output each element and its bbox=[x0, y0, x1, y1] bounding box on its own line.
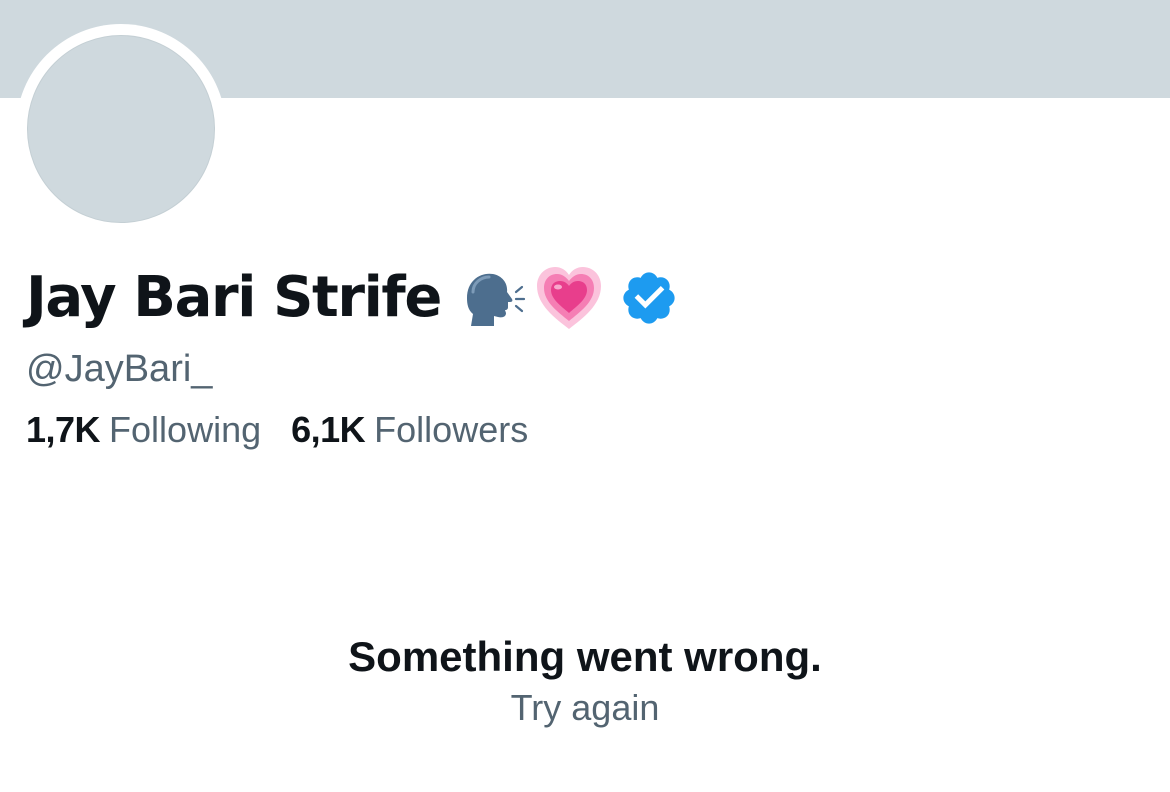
profile-handle: @JayBari_ bbox=[26, 348, 213, 390]
following-label: Following bbox=[109, 409, 262, 450]
try-again-button[interactable]: Try again bbox=[0, 690, 1170, 726]
followers-link[interactable]: 6,1K Followers bbox=[291, 412, 528, 448]
display-name: Jay Bari Strife bbox=[26, 265, 442, 330]
profile-name-row: Jay Bari Strife bbox=[26, 258, 679, 338]
avatar[interactable] bbox=[27, 35, 215, 223]
growing-heart-icon bbox=[536, 267, 601, 329]
verified-badge-icon[interactable] bbox=[619, 268, 679, 328]
speaking-head-icon bbox=[466, 273, 526, 326]
error-message: Something went wrong. bbox=[348, 633, 822, 680]
following-count: 1,7K bbox=[26, 409, 101, 450]
profile-stats: 1,7K Following 6,1K Followers bbox=[26, 412, 558, 448]
followers-count: 6,1K bbox=[291, 409, 366, 450]
followers-label: Followers bbox=[374, 409, 529, 450]
following-link[interactable]: 1,7K Following bbox=[26, 412, 261, 448]
